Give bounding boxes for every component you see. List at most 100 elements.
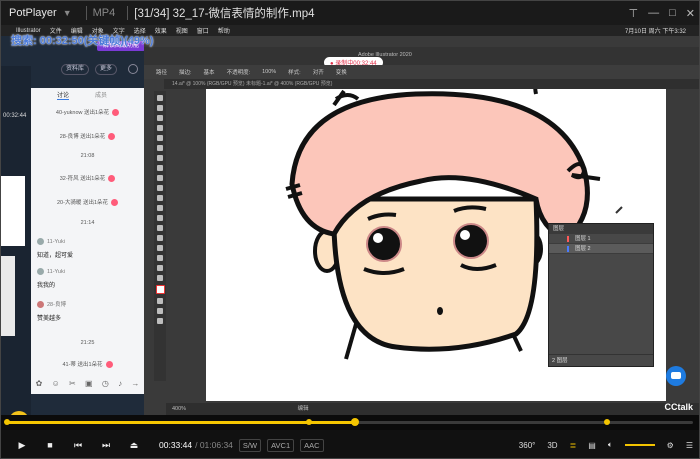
volume-icon[interactable]: 🔈︎ <box>608 440 613 450</box>
option-label[interactable]: 变换 <box>336 68 347 76</box>
scissors-icon[interactable]: ✂ <box>69 379 76 388</box>
type-tool-icon[interactable] <box>157 165 163 171</box>
close-icon[interactable]: ✕ <box>686 7 695 20</box>
stop-icon[interactable]: ■ <box>43 438 57 452</box>
chapter-marker[interactable] <box>4 419 10 425</box>
gear-icon[interactable]: ⚙ <box>667 441 674 450</box>
video-codec-badge[interactable]: AVC1 <box>267 438 295 452</box>
document-tabs[interactable]: 14.ai* @ 100% (RGB/GPU 预览) 未标题-1.ai* @ 4… <box>164 79 699 89</box>
tab-members[interactable]: 成员 <box>95 90 107 99</box>
title-bar: PotPlayer ▼ MP4 [31/34] 32_17-微信表情的制作.mp… <box>1 1 699 25</box>
app-brand[interactable]: PotPlayer <box>1 7 63 19</box>
fill-stroke-icon[interactable] <box>155 285 165 294</box>
emoji-icon[interactable]: ☺ <box>52 379 60 388</box>
osd-seek-text: 搜索: 00:32:50(关键帧)(49%) <box>11 35 154 47</box>
slide-thumbnail[interactable] <box>1 176 25 246</box>
hamburger-icon[interactable]: ☰ <box>686 441 693 450</box>
eyedropper-tool-icon[interactable] <box>157 215 163 221</box>
screen-mode-icon[interactable] <box>157 318 163 324</box>
audio-codec-badge[interactable]: AAC <box>300 438 324 452</box>
volume-slider[interactable] <box>624 444 655 446</box>
brush-tool-icon[interactable] <box>157 145 163 151</box>
list-item: 28-良博 赞美越多 <box>37 301 66 323</box>
color-mode-icon[interactable] <box>157 298 163 304</box>
total-time: / 01:06:34 <box>195 440 233 450</box>
vr-360-button[interactable]: 360° <box>519 441 536 450</box>
mac-menu-item: 效果 <box>154 29 167 35</box>
option-value[interactable]: 100% <box>262 69 276 75</box>
slides-strip: 00:32:44 下麦 <box>1 66 31 415</box>
video-area[interactable]: Illustrator 文件 编辑 对象 文字 选择 效果 视图 窗口 帮助 7… <box>1 25 699 415</box>
clock-icon[interactable]: ◷ <box>102 379 109 388</box>
settings-icon[interactable] <box>128 64 138 74</box>
width-tool-icon[interactable] <box>157 195 163 201</box>
selection-tool-icon[interactable] <box>157 95 163 101</box>
chat-toolbar: ✿ ☺ ✂ ▣ ◷ ♪ → <box>31 373 144 393</box>
hand-tool-icon[interactable] <box>157 265 163 271</box>
layer-color-swatch <box>567 246 569 252</box>
pin-icon[interactable]: ⊤ <box>629 7 639 20</box>
layer-row[interactable]: 图层 1 <box>549 234 653 244</box>
zoom-level[interactable]: 400% <box>172 406 186 412</box>
seek-handle[interactable] <box>350 418 359 426</box>
layer-color-swatch <box>567 236 569 242</box>
seek-track[interactable] <box>4 418 693 426</box>
playlist-icon[interactable]: ≣ <box>570 441 577 450</box>
graph-tool-icon[interactable] <box>157 245 163 251</box>
symbol-sprayer-icon[interactable] <box>157 235 163 241</box>
blend-tool-icon[interactable] <box>157 225 163 231</box>
image-icon[interactable]: ▣ <box>85 379 93 388</box>
menu-icon[interactable]: ▤ <box>588 441 596 450</box>
layer-row[interactable]: 图层 2 <box>549 244 653 254</box>
play-icon[interactable]: ▶ <box>15 438 29 452</box>
timestamp: 21:25 <box>80 340 95 346</box>
pen-tool-icon[interactable] <box>157 115 163 121</box>
more-button[interactable]: 更多 <box>95 64 117 75</box>
shape-builder-icon[interactable] <box>157 205 163 211</box>
option-label[interactable]: 基本 <box>204 68 215 76</box>
chat-bubble-icon[interactable] <box>666 366 686 386</box>
option-label[interactable]: 对齐 <box>313 68 324 76</box>
send-arrow-icon[interactable]: → <box>131 379 139 388</box>
rotate-tool-icon[interactable] <box>157 175 163 181</box>
curvature-tool-icon[interactable] <box>157 125 163 131</box>
right-controls: 360° 3D ≣ ▤ 🔈︎ ⚙ ☰ <box>519 430 693 458</box>
chapter-marker[interactable] <box>604 419 611 425</box>
option-label: 不透明度: <box>226 70 251 76</box>
divider <box>85 6 87 20</box>
previous-icon[interactable]: ⏮ <box>71 438 85 452</box>
3d-button[interactable]: 3D <box>547 441 557 450</box>
flower-icon <box>112 109 120 117</box>
option-label: 描边: <box>179 70 192 76</box>
list-item: 40-yuknow 送出1朵花 <box>35 108 140 117</box>
pencil-tool-icon[interactable] <box>157 155 163 161</box>
draw-mode-icon[interactable] <box>157 308 163 314</box>
seek-bar[interactable] <box>1 415 699 430</box>
bell-icon[interactable]: ♪ <box>118 379 122 388</box>
tab-discussion[interactable]: 讨论 <box>57 90 70 100</box>
flower-icon[interactable]: ✿ <box>36 379 43 388</box>
timestamp: 21:14 <box>80 220 95 226</box>
scale-tool-icon[interactable] <box>157 185 163 191</box>
zoom-tool-icon[interactable] <box>157 275 163 281</box>
artboard-tool-icon[interactable] <box>157 255 163 261</box>
next-icon[interactable]: ⏭ <box>99 438 113 452</box>
slide-thumbnail[interactable] <box>1 256 15 336</box>
maximize-icon[interactable]: □ <box>669 7 676 19</box>
cctalk-chat-panel: 00:32:44 下麦 解锁高级功能 资料库 更多 讨论 成员 40-yukno… <box>1 36 145 415</box>
option-label: 路径 <box>156 70 168 76</box>
decoder-badge[interactable]: S/W <box>238 438 262 452</box>
chapter-marker[interactable] <box>305 419 312 425</box>
chat-messages: 讨论 成员 40-yuknow 送出1朵花 28-良博 送出1朵花 21:08 … <box>31 88 144 394</box>
chevron-down-icon[interactable]: ▼ <box>63 8 72 18</box>
direct-selection-icon[interactable] <box>157 105 163 111</box>
rectangle-tool-icon[interactable] <box>157 135 163 141</box>
status-bar: 400% 编辑 <box>166 403 699 415</box>
minimize-icon[interactable]: — <box>648 7 659 19</box>
library-button[interactable]: 资料库 <box>61 64 89 75</box>
ai-app-bar: Adobe Illustrator 2020 <box>144 47 699 65</box>
illustrator-window: Adobe Illustrator 2020 ● 录制中00:32:44 路径 … <box>144 36 699 415</box>
eject-icon[interactable]: ⏏ <box>127 438 141 452</box>
mac-menu-item: 窗口 <box>196 29 209 35</box>
layers-panel-title: 图层 <box>549 224 653 234</box>
